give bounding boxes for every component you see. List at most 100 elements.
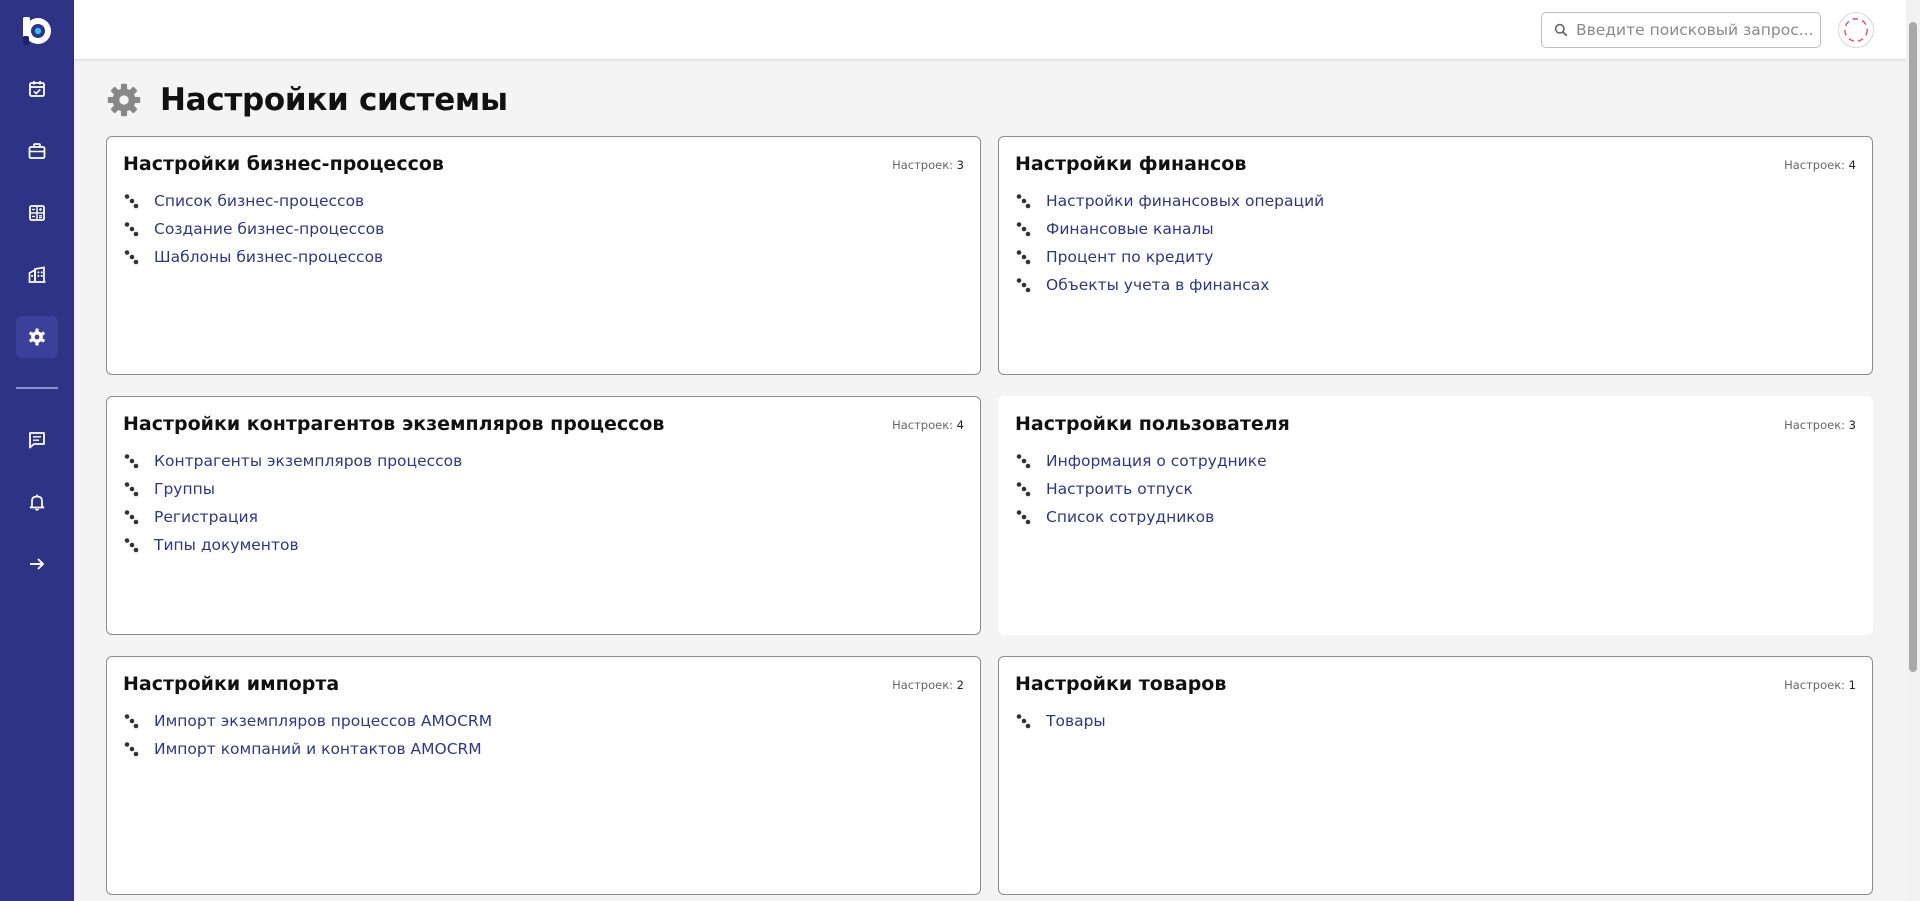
settings-count: Настроек: 3	[892, 158, 964, 172]
settings-link[interactable]: Настроить отпуск	[1046, 480, 1193, 498]
arrow-right-icon	[30, 558, 45, 570]
settings-count-label: Настроек:	[892, 678, 954, 692]
sidebar-item-logout[interactable]	[16, 543, 58, 585]
settings-link-list: Импорт экземпляров процессов AMOCRM Импор…	[123, 707, 492, 763]
page-title: Настройки системы	[160, 82, 508, 118]
avatar[interactable]	[1838, 12, 1874, 48]
briefcase-icon	[28, 143, 46, 159]
settings-count: Настроек: 1	[1784, 678, 1856, 692]
settings-link[interactable]: Группы	[154, 480, 215, 498]
settings-link[interactable]: Товары	[1046, 712, 1106, 730]
hierarchy-icon	[124, 538, 139, 553]
hierarchy-icon	[124, 482, 139, 497]
settings-card-3: Настройки контрагентов экземпляров проце…	[106, 396, 981, 635]
settings-link[interactable]: Шаблоны бизнес-процессов	[154, 248, 383, 266]
sidebar-item-briefcase[interactable]	[16, 130, 58, 172]
settings-card-4: Настройки пользователя Настроек: 3 Инфор…	[998, 396, 1873, 635]
settings-count: Настроек: 4	[892, 418, 964, 432]
sidebar-item-settings[interactable]	[16, 316, 58, 358]
sidebar-item-calculator[interactable]	[16, 192, 58, 234]
hierarchy-icon	[1016, 454, 1031, 469]
list-item: Список сотрудников	[1015, 503, 1267, 531]
hierarchy-icon	[1016, 510, 1031, 525]
settings-link[interactable]: Финансовые каналы	[1046, 220, 1214, 238]
chat-icon	[29, 432, 45, 449]
sidebar-item-buildings[interactable]	[16, 254, 58, 296]
search-input[interactable]	[1576, 21, 1816, 39]
settings-card-6: Настройки товаров Настроек: 1 Товары	[998, 656, 1873, 895]
hierarchy-icon	[1016, 222, 1031, 237]
list-item: Создание бизнес-процессов	[123, 215, 384, 243]
settings-link-list: Настройки финансовых операций Финансовые …	[1015, 187, 1324, 299]
hierarchy-icon	[1016, 482, 1031, 497]
settings-link[interactable]: Контрагенты экземпляров процессов	[154, 452, 462, 470]
settings-link[interactable]: Настройки финансовых операций	[1046, 192, 1324, 210]
buildings-icon	[28, 266, 46, 283]
search-icon	[1554, 23, 1568, 37]
settings-link-list: Информация о сотруднике Настроить отпуск С…	[1015, 447, 1267, 531]
loading-spinner-icon	[1844, 18, 1868, 42]
list-item: Импорт компаний и контактов AMOCRM	[123, 735, 492, 763]
bell-icon	[29, 494, 45, 511]
settings-count: Настроек: 3	[1784, 418, 1856, 432]
sidebar-item-chat[interactable]	[16, 419, 58, 461]
settings-link-list: Контрагенты экземпляров процессов Группы Р…	[123, 447, 462, 559]
hierarchy-icon	[1016, 278, 1031, 293]
list-item: Настроить отпуск	[1015, 475, 1267, 503]
settings-link[interactable]: Регистрация	[154, 508, 258, 526]
list-item: Финансовые каналы	[1015, 215, 1324, 243]
list-item: Информация о сотруднике	[1015, 447, 1267, 475]
settings-link[interactable]: Импорт экземпляров процессов AMOCRM	[154, 712, 492, 730]
calendar-check-icon	[29, 81, 45, 97]
settings-count-label: Настроек:	[1784, 678, 1846, 692]
settings-link-list: Товары	[1015, 707, 1106, 735]
gear-icon	[29, 328, 45, 346]
page-scrollbar[interactable]	[1906, 0, 1920, 901]
settings-link[interactable]: Процент по кредиту	[1046, 248, 1213, 266]
hierarchy-icon	[124, 222, 139, 237]
settings-count-label: Настроек:	[892, 418, 954, 432]
gear-icon	[107, 83, 141, 117]
sidebar-item-calendar[interactable]	[16, 68, 58, 110]
hierarchy-icon	[1016, 194, 1031, 209]
settings-card-5: Настройки импорта Настроек: 2 Импорт экз…	[106, 656, 981, 895]
app-logo-icon[interactable]	[20, 14, 54, 48]
list-item: Настройки финансовых операций	[1015, 187, 1324, 215]
hierarchy-icon	[124, 742, 139, 757]
card-title: Настройки пользователя	[1015, 413, 1290, 435]
settings-link[interactable]: Типы документов	[154, 536, 299, 554]
card-title: Настройки импорта	[123, 673, 340, 695]
list-item: Группы	[123, 475, 462, 503]
scrollbar-thumb[interactable]	[1909, 22, 1917, 672]
card-title: Настройки товаров	[1015, 673, 1227, 695]
card-title: Настройки бизнес-процессов	[123, 153, 444, 175]
search-box[interactable]	[1541, 12, 1821, 48]
list-item: Процент по кредиту	[1015, 243, 1324, 271]
settings-link[interactable]: Список бизнес-процессов	[154, 192, 364, 210]
hierarchy-icon	[124, 510, 139, 525]
settings-link[interactable]: Объекты учета в финансах	[1046, 276, 1269, 294]
settings-count-label: Настроек:	[892, 158, 954, 172]
card-title: Настройки контрагентов экземпляров проце…	[123, 413, 665, 435]
page-title-row: Настройки системы	[106, 78, 508, 122]
sidebar-divider	[16, 387, 58, 389]
settings-link[interactable]: Импорт компаний и контактов AMOCRM	[154, 740, 482, 758]
list-item: Контрагенты экземпляров процессов	[123, 447, 462, 475]
list-item: Регистрация	[123, 503, 462, 531]
sidebar	[0, 0, 74, 901]
settings-count-label: Настроек:	[1784, 158, 1846, 172]
list-item: Импорт экземпляров процессов AMOCRM	[123, 707, 492, 735]
settings-count-value: 4	[956, 418, 964, 432]
hierarchy-icon	[124, 194, 139, 209]
list-item: Шаблоны бизнес-процессов	[123, 243, 384, 271]
sidebar-item-notifications[interactable]	[16, 481, 58, 523]
settings-card-2: Настройки финансов Настроек: 4 Настройки…	[998, 136, 1873, 375]
settings-count-value: 2	[956, 678, 964, 692]
settings-link[interactable]: Список сотрудников	[1046, 508, 1214, 526]
settings-link[interactable]: Создание бизнес-процессов	[154, 220, 384, 238]
list-item: Объекты учета в финансах	[1015, 271, 1324, 299]
settings-link[interactable]: Информация о сотруднике	[1046, 452, 1267, 470]
hierarchy-icon	[124, 250, 139, 265]
list-item: Товары	[1015, 707, 1106, 735]
settings-count-value: 3	[956, 158, 964, 172]
